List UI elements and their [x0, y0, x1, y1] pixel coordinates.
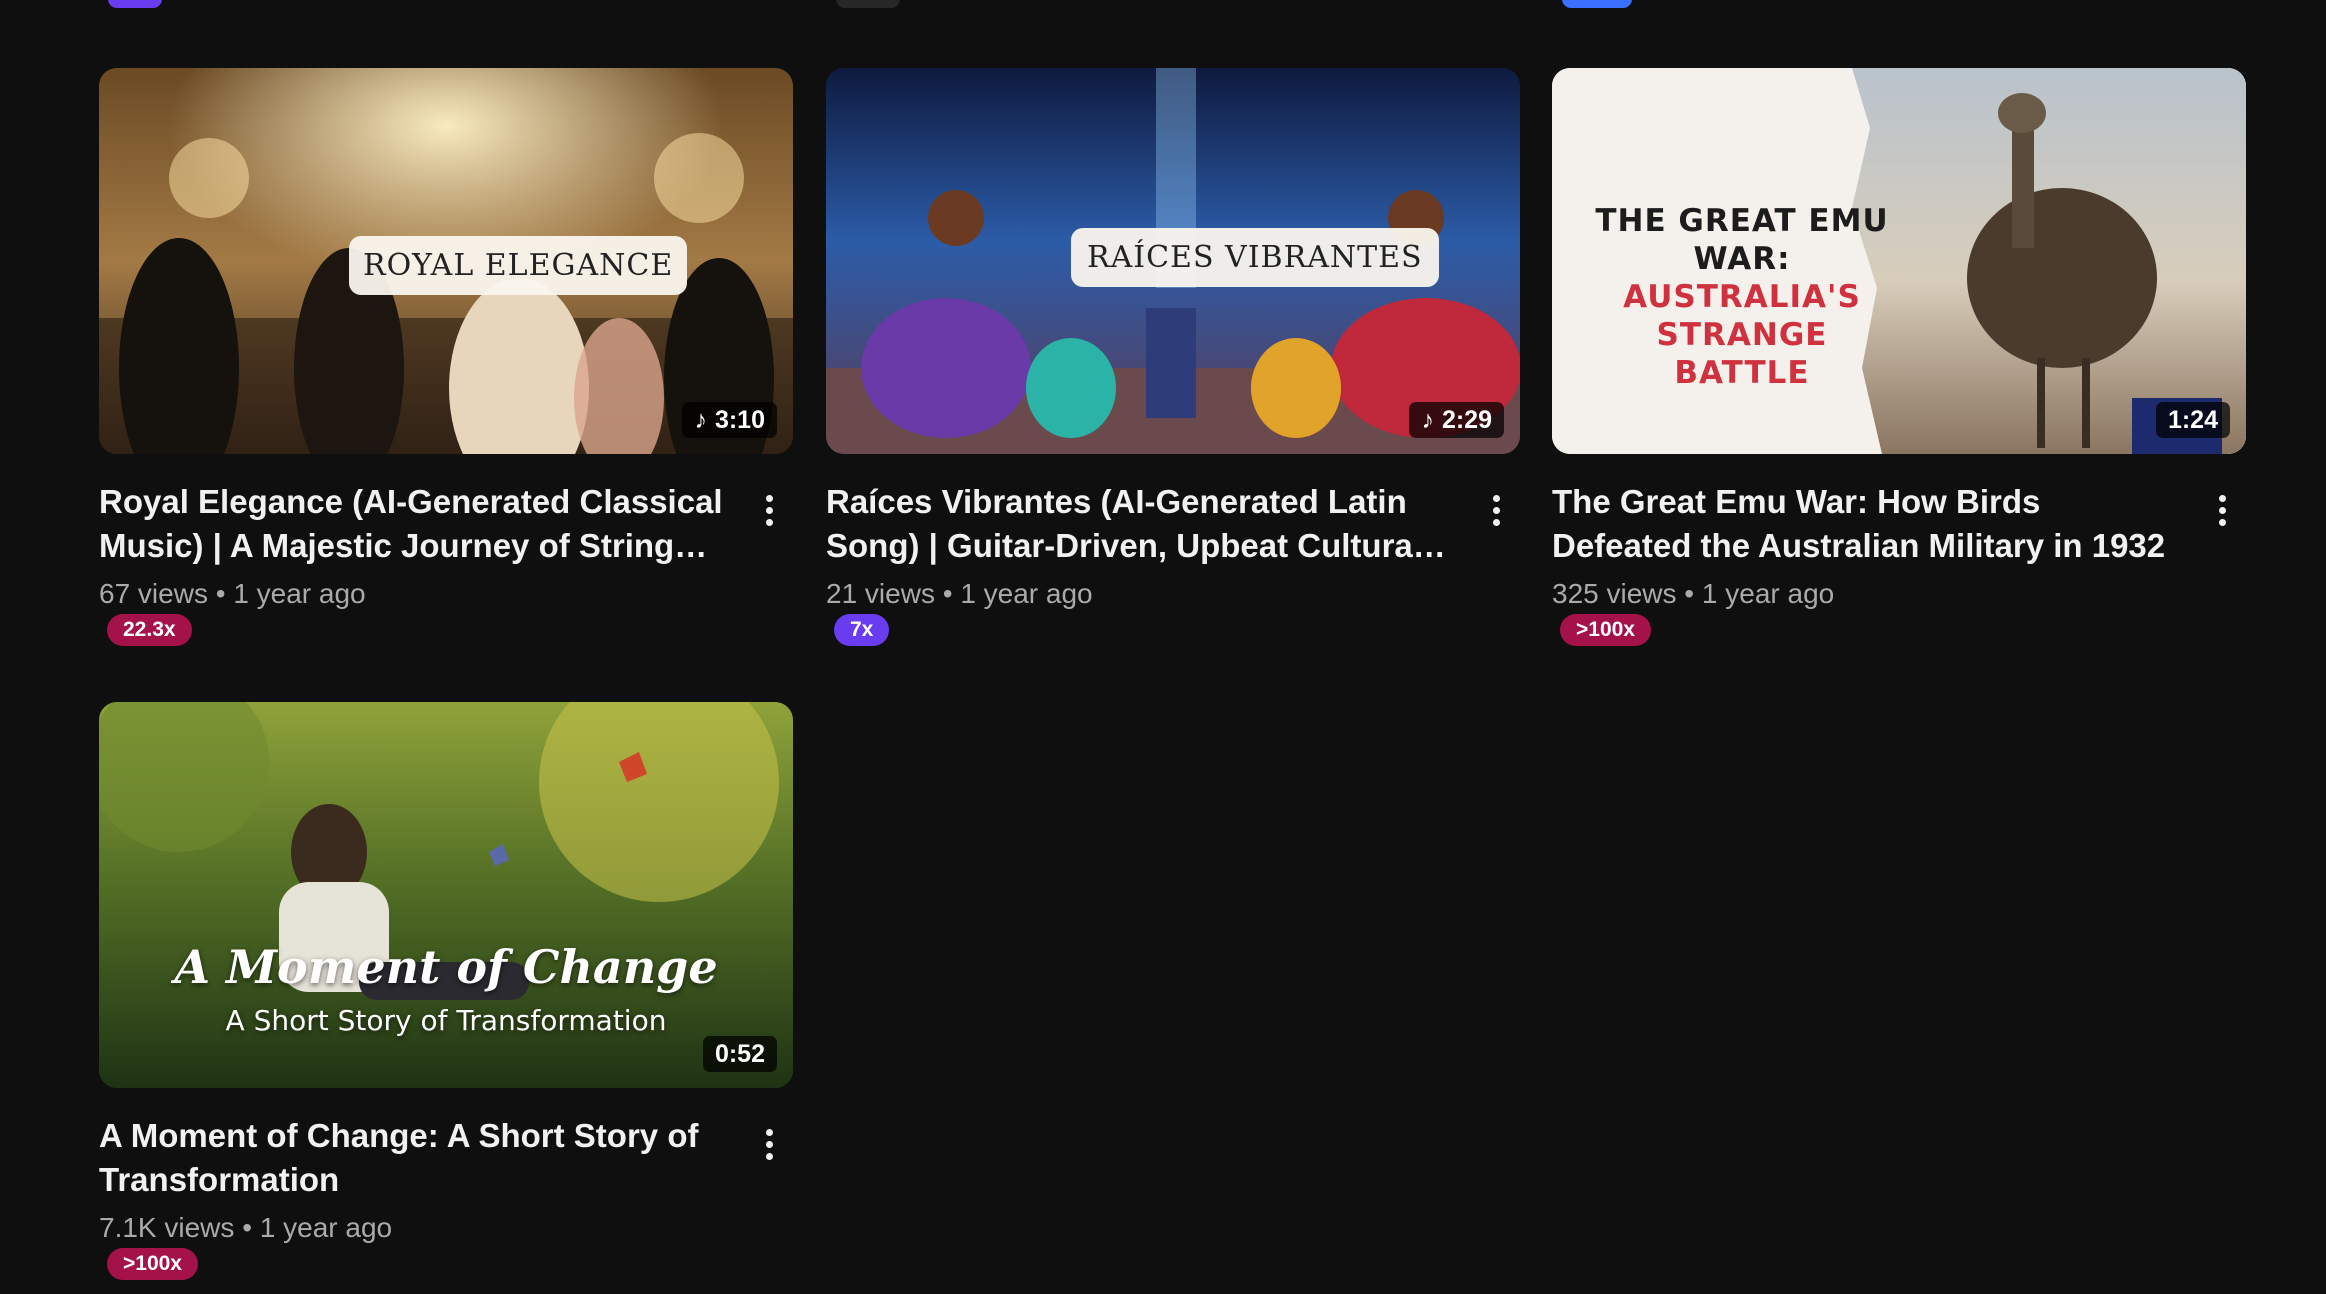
music-note-icon: ♪ [1421, 405, 1434, 434]
thumbnail-heading-line3: BATTLE [1674, 355, 1810, 391]
duration-text: 2:29 [1441, 405, 1492, 434]
more-actions-icon[interactable] [751, 1124, 787, 1164]
video-card[interactable]: RAÍCES VIBRANTES ♪ 2:29 Raíces Vibrantes… [826, 68, 1520, 646]
more-actions-icon[interactable] [751, 490, 787, 530]
video-stats: 21 views • 1 year ago [826, 576, 1450, 612]
upload-age: 1 year ago [259, 1212, 393, 1243]
video-stats: 7.1K views • 1 year ago [99, 1210, 723, 1246]
separator: • [1684, 578, 1695, 609]
video-stats: 325 views • 1 year ago [1552, 576, 2176, 612]
view-count: 325 views [1552, 578, 1677, 609]
view-count: 7.1K views [99, 1212, 235, 1243]
thumbnail-caption: ROYAL ELEGANCE [349, 236, 688, 295]
thumbnail-heading-line1: THE GREAT EMU WAR: [1595, 203, 1889, 277]
thumbnail-caption: RAÍCES VIBRANTES [1071, 228, 1439, 287]
video-thumbnail[interactable]: RAÍCES VIBRANTES ♪ 2:29 [826, 68, 1520, 454]
prev-row-badge-gray [836, 0, 900, 8]
view-count: 21 views [826, 578, 935, 609]
duration-badge: 1:24 [2155, 402, 2230, 438]
duration-text: 1:24 [2167, 405, 2218, 434]
outlier-badge: 7x [834, 614, 890, 646]
upload-age: 1 year ago [960, 578, 1093, 609]
upload-age: 1 year ago [233, 578, 366, 609]
thumbnail-heading: THE GREAT EMU WAR: AUSTRALIA'S STRANGE B… [1564, 202, 1920, 392]
video-thumbnail[interactable]: A Moment of Change A Short Story of Tran… [99, 702, 793, 1088]
prev-row-badge-purple [108, 0, 162, 8]
video-thumbnail[interactable]: THE GREAT EMU WAR: AUSTRALIA'S STRANGE B… [1552, 68, 2246, 454]
duration-text: 3:10 [714, 405, 765, 434]
video-card[interactable]: A Moment of Change A Short Story of Tran… [99, 702, 793, 1280]
music-note-icon: ♪ [694, 405, 707, 434]
video-title[interactable]: Raíces Vibrantes (AI-Generated Latin Son… [826, 480, 1450, 568]
video-card[interactable]: THE GREAT EMU WAR: AUSTRALIA'S STRANGE B… [1552, 68, 2246, 646]
prev-row-badge-blue [1562, 0, 1632, 8]
separator: • [242, 1212, 252, 1243]
video-title[interactable]: A Moment of Change: A Short Story of Tra… [99, 1114, 723, 1202]
duration-badge: ♪ 3:10 [682, 402, 777, 438]
more-actions-icon[interactable] [2204, 490, 2240, 530]
duration-text: 0:52 [714, 1039, 765, 1068]
thumbnail-title: A Moment of Change [174, 940, 718, 994]
video-title[interactable]: Royal Elegance (AI-Generated Classical M… [99, 480, 723, 568]
thumbnail-heading-line2: AUSTRALIA'S STRANGE [1623, 279, 1861, 353]
separator: • [215, 578, 226, 609]
duration-badge: 0:52 [702, 1036, 777, 1072]
video-stats: 67 views • 1 year ago [99, 576, 723, 612]
more-actions-icon[interactable] [1478, 490, 1514, 530]
thumbnail-subtitle: A Short Story of Transformation [225, 1004, 667, 1037]
view-count: 67 views [99, 578, 208, 609]
outlier-badge: >100x [1560, 614, 1651, 646]
video-card[interactable]: ROYAL ELEGANCE ♪ 3:10 Royal Elegance (AI… [99, 68, 793, 646]
outlier-badge: 22.3x [107, 614, 192, 646]
outlier-badge: >100x [107, 1248, 198, 1280]
duration-badge: ♪ 2:29 [1409, 402, 1504, 438]
separator: • [942, 578, 953, 609]
video-thumbnail[interactable]: ROYAL ELEGANCE ♪ 3:10 [99, 68, 793, 454]
video-title[interactable]: The Great Emu War: How Birds Defeated th… [1552, 480, 2176, 568]
upload-age: 1 year ago [1701, 578, 1835, 609]
